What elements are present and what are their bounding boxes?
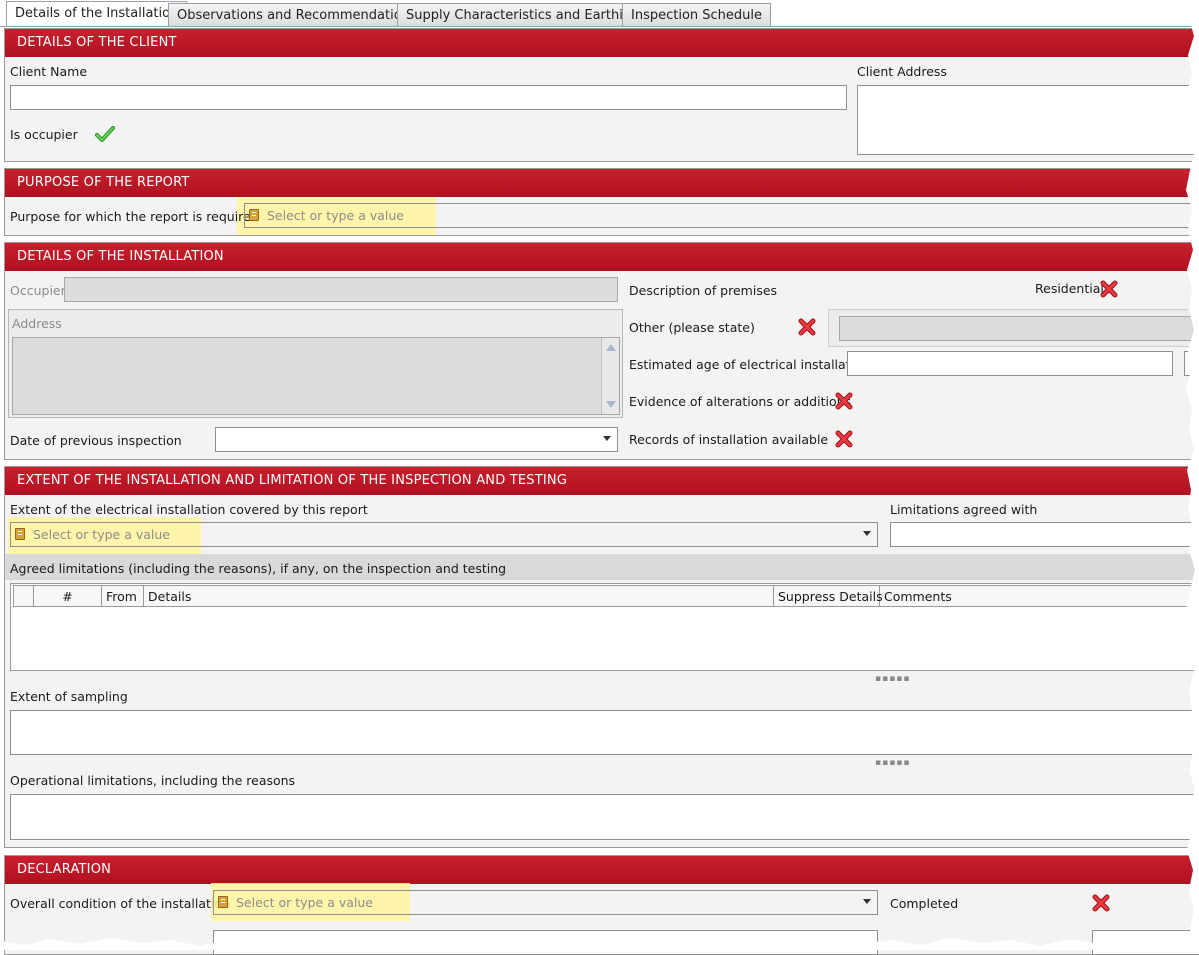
check-icon[interactable] xyxy=(95,124,115,144)
chevron-down-icon[interactable] xyxy=(863,531,871,536)
alterations-label: Evidence of alterations or additions xyxy=(629,394,852,409)
residential-label: Residential xyxy=(1035,281,1104,296)
edit-value-icon xyxy=(249,209,259,221)
client-name-input[interactable] xyxy=(10,85,847,110)
grid-col-comments[interactable]: Comments xyxy=(880,586,1199,607)
chevron-down-icon[interactable] xyxy=(863,899,871,904)
address-group: Address xyxy=(8,309,623,418)
extent-covered-placeholder: Select or type a value xyxy=(33,527,170,542)
declaration-section-header: DECLARATION xyxy=(5,856,1199,884)
limitations-agreed-with-label: Limitations agreed with xyxy=(890,502,1038,517)
condition-label: Overall condition of the installation xyxy=(10,896,230,911)
other-input xyxy=(839,316,1199,341)
occupier-input xyxy=(64,277,618,302)
chevron-down-icon[interactable] xyxy=(603,436,611,441)
tab-details-of-installation[interactable]: Details of the Installation xyxy=(6,1,188,27)
grid-header-row: # From Details Suppress Details Comments xyxy=(13,585,1199,607)
residential-x-icon[interactable] xyxy=(1100,280,1118,298)
purpose-placeholder: Select or type a value xyxy=(267,208,404,223)
grid-col-number[interactable]: # xyxy=(34,586,102,607)
limitations-agreed-with-input[interactable] xyxy=(890,522,1199,547)
age-label: Estimated age of electrical installation xyxy=(629,357,870,372)
agreed-limitations-label: Agreed limitations (including the reason… xyxy=(10,561,507,576)
tab-strip-border xyxy=(0,26,1199,27)
torn-bottom-edge xyxy=(0,938,1199,950)
alterations-x-icon[interactable] xyxy=(835,392,853,410)
age-input[interactable] xyxy=(847,351,1173,376)
occupier-label: Occupier xyxy=(10,283,66,298)
installation-section: DETAILS OF THE INSTALLATION Occupier Add… xyxy=(4,242,1199,460)
purpose-section: PURPOSE OF THE REPORT Purpose for which … xyxy=(4,168,1199,236)
grid-col-suppress-details[interactable]: Suppress Details xyxy=(774,586,883,607)
purpose-combobox[interactable]: Select or type a value xyxy=(244,203,1199,228)
client-section: DETAILS OF THE CLIENT Client Name Is occ… xyxy=(4,28,1199,162)
address-scrollbar[interactable] xyxy=(601,338,619,414)
sampling-label: Extent of sampling xyxy=(10,689,128,704)
grid-col-details[interactable]: Details xyxy=(144,586,774,607)
grid-col-from[interactable]: From xyxy=(102,586,144,607)
client-name-label: Client Name xyxy=(10,64,88,79)
tab-observations-and-recommendations[interactable]: Observations and Recommendations xyxy=(168,3,426,26)
purpose-label: Purpose for which the report is required xyxy=(10,209,259,224)
purpose-section-header: PURPOSE OF THE REPORT xyxy=(5,169,1199,197)
client-address-label: Client Address xyxy=(857,64,947,79)
is-occupier-label: Is occupier xyxy=(10,127,78,142)
torn-edge xyxy=(1186,0,1199,950)
client-section-header: DETAILS OF THE CLIENT xyxy=(5,29,1199,57)
agreed-limitations-grid[interactable]: # From Details Suppress Details Comments xyxy=(10,583,1199,671)
previous-inspection-date-picker[interactable] xyxy=(215,427,618,452)
records-label: Records of installation available xyxy=(629,432,829,447)
operational-limitations-label: Operational limitations, including the r… xyxy=(10,773,296,788)
edit-value-icon xyxy=(15,528,25,540)
extent-covered-label: Extent of the electrical installation co… xyxy=(10,502,368,517)
completed-label: Completed xyxy=(890,896,959,911)
client-address-input[interactable] xyxy=(857,85,1197,155)
condition-combobox[interactable]: Select or type a value xyxy=(213,890,878,915)
edit-value-icon xyxy=(218,896,228,908)
tab-supply-characteristics-and-earthing[interactable]: Supply Characteristics and Earthing xyxy=(397,3,649,26)
address-textarea xyxy=(12,337,620,415)
splitter-handle[interactable]: ▪▪▪▪▪ xyxy=(875,759,910,768)
premises-label: Description of premises xyxy=(629,283,778,298)
other-group xyxy=(828,309,1199,347)
address-label: Address xyxy=(12,316,62,331)
records-x-icon[interactable] xyxy=(835,430,853,448)
tab-inspection-schedule[interactable]: Inspection Schedule xyxy=(622,3,772,26)
condition-placeholder: Select or type a value xyxy=(236,895,373,910)
completed-x-icon[interactable] xyxy=(1092,894,1110,912)
extent-section: EXTENT OF THE INSTALLATION AND LIMITATIO… xyxy=(4,466,1199,848)
scroll-up-icon[interactable] xyxy=(606,344,616,351)
operational-limitations-textarea[interactable] xyxy=(10,794,1199,840)
other-x-icon[interactable] xyxy=(798,318,816,336)
scroll-down-icon[interactable] xyxy=(606,401,616,408)
grid-row-selector-header xyxy=(14,586,34,607)
sampling-textarea[interactable] xyxy=(10,710,1199,755)
installation-section-header: DETAILS OF THE INSTALLATION xyxy=(5,243,1199,271)
extent-section-header: EXTENT OF THE INSTALLATION AND LIMITATIO… xyxy=(5,467,1199,495)
other-label: Other (please state) xyxy=(629,320,755,335)
previous-inspection-label: Date of previous inspection xyxy=(10,433,182,448)
splitter-handle[interactable]: ▪▪▪▪▪ xyxy=(875,675,910,684)
extent-covered-combobox[interactable]: Select or type a value xyxy=(10,522,878,547)
